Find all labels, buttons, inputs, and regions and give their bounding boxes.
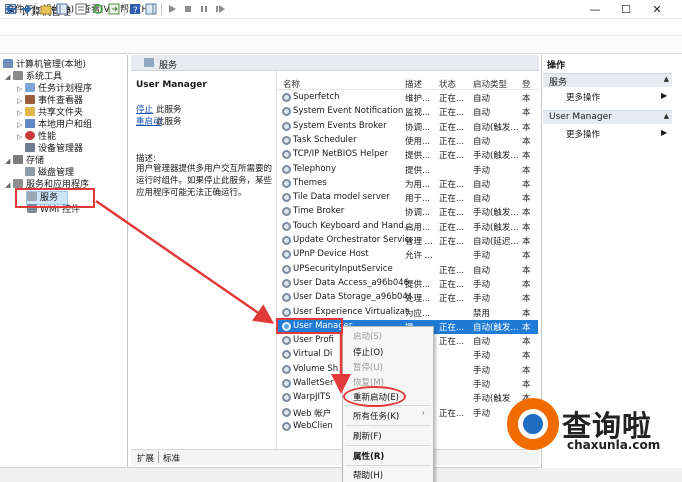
arrow-to-user-manager bbox=[95, 199, 275, 324]
watermark-url: chaxunla.com bbox=[567, 438, 661, 452]
watermark-logo-inner bbox=[518, 409, 548, 439]
